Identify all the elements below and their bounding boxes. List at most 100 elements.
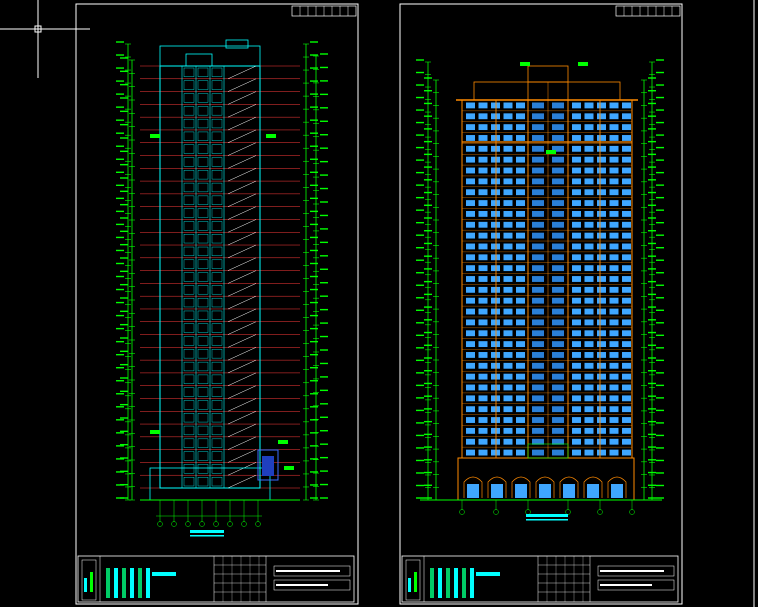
- window: [609, 254, 619, 261]
- podium-glazing: [515, 484, 527, 498]
- window-recess: [532, 232, 544, 239]
- window: [584, 341, 594, 348]
- window: [572, 189, 581, 196]
- window: [584, 449, 594, 456]
- podium-glazing: [491, 484, 503, 498]
- window: [478, 286, 488, 293]
- window: [516, 319, 525, 326]
- window: [597, 265, 606, 272]
- window: [597, 276, 606, 282]
- window: [491, 438, 500, 445]
- window-recess: [532, 210, 544, 217]
- window: [572, 330, 581, 337]
- window: [516, 362, 525, 369]
- window: [516, 135, 525, 141]
- annotation-tag: [284, 466, 294, 470]
- window: [572, 427, 581, 434]
- window: [609, 124, 619, 131]
- window: [491, 373, 500, 380]
- window: [516, 449, 525, 456]
- window: [503, 102, 513, 109]
- window: [491, 406, 500, 413]
- window: [516, 243, 525, 250]
- window: [584, 384, 594, 391]
- window: [622, 417, 631, 423]
- window: [584, 276, 594, 282]
- window: [572, 449, 581, 456]
- window: [584, 438, 594, 445]
- window: [572, 276, 581, 282]
- window: [597, 189, 606, 196]
- stamp-bar: [462, 568, 466, 598]
- window: [609, 265, 619, 272]
- window: [503, 232, 513, 239]
- window: [466, 362, 475, 369]
- window: [572, 135, 581, 141]
- window: [584, 113, 594, 120]
- window: [503, 210, 513, 217]
- window-recess: [552, 189, 564, 196]
- window: [478, 113, 488, 120]
- window: [622, 330, 631, 337]
- window: [597, 167, 606, 174]
- window: [466, 178, 475, 185]
- window: [584, 373, 594, 380]
- window-recess: [532, 341, 544, 348]
- window-recess: [552, 449, 564, 456]
- window: [491, 341, 500, 348]
- window: [478, 102, 488, 109]
- window: [503, 308, 513, 315]
- window: [491, 330, 500, 337]
- window: [466, 200, 475, 206]
- window: [503, 178, 513, 185]
- window: [503, 243, 513, 250]
- window-recess: [532, 352, 544, 358]
- podium-glazing: [611, 484, 623, 498]
- window: [609, 395, 619, 402]
- window: [466, 406, 475, 413]
- window: [466, 221, 475, 228]
- window: [516, 438, 525, 445]
- window: [503, 254, 513, 261]
- window: [478, 438, 488, 445]
- window: [622, 352, 631, 358]
- window: [622, 178, 631, 185]
- window: [622, 221, 631, 228]
- window: [609, 221, 619, 228]
- window: [572, 286, 581, 293]
- window: [503, 449, 513, 456]
- cad-drawing-canvas[interactable]: [0, 0, 758, 607]
- window: [503, 276, 513, 282]
- window-recess: [552, 406, 564, 413]
- window: [503, 352, 513, 358]
- window: [491, 297, 500, 304]
- window: [622, 395, 631, 402]
- window-recess: [552, 308, 564, 315]
- window: [478, 330, 488, 337]
- window: [478, 254, 488, 261]
- window-recess: [532, 135, 544, 141]
- window: [516, 221, 525, 228]
- window: [584, 362, 594, 369]
- stamp-bar: [114, 568, 118, 598]
- window: [584, 308, 594, 315]
- podium-glazing: [563, 484, 575, 498]
- window: [572, 113, 581, 120]
- window: [491, 265, 500, 272]
- window-recess: [552, 276, 564, 282]
- window-recess: [532, 417, 544, 423]
- window-recess: [552, 113, 564, 120]
- window: [491, 113, 500, 120]
- window: [597, 113, 606, 120]
- window: [572, 102, 581, 109]
- window: [466, 102, 475, 109]
- window-recess: [552, 102, 564, 109]
- window: [478, 124, 488, 131]
- window: [609, 373, 619, 380]
- window: [466, 243, 475, 250]
- window: [516, 384, 525, 391]
- window: [609, 276, 619, 282]
- window: [503, 417, 513, 423]
- window: [584, 406, 594, 413]
- window: [478, 276, 488, 282]
